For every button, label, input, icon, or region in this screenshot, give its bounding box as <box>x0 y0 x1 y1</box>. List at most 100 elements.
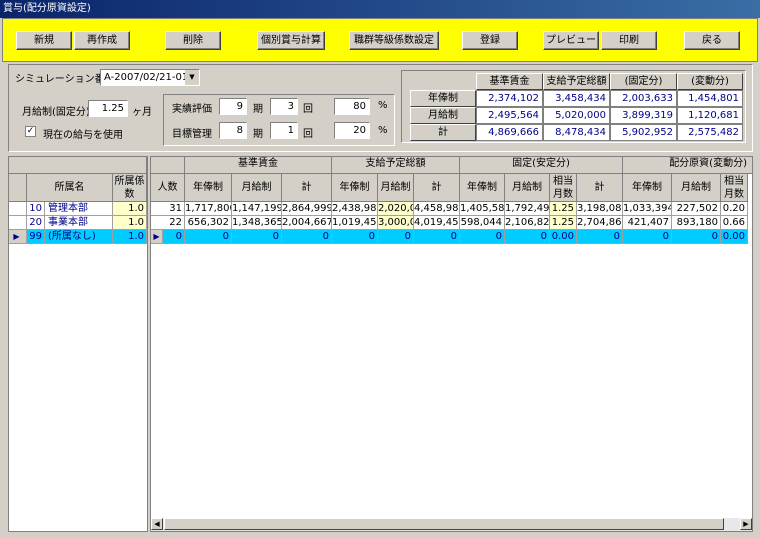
col-header: 年俸制 <box>185 174 232 202</box>
summary-row-label: 年俸制 <box>410 90 476 107</box>
cell[interactable]: 3,000,00 <box>378 216 414 230</box>
cell[interactable]: 0 <box>378 230 414 244</box>
grid-header-name: 所属名 <box>27 174 113 202</box>
group-header: 基準賃金 <box>185 157 332 174</box>
perf-period-unit: 期 <box>253 104 263 115</box>
dept-coef[interactable]: 1.0 <box>113 202 147 216</box>
monthly-months-input[interactable]: 1.25 <box>88 100 128 117</box>
use-current-checkbox[interactable]: ✓ <box>25 126 36 137</box>
col-header: 相当月数 <box>721 174 748 202</box>
scroll-right-icon[interactable]: ▶ <box>740 518 752 530</box>
goal-round-input[interactable]: 1 <box>270 122 298 139</box>
toolbar: 新規 再作成 削除 個別賞与計算 職群等級係数設定 登録 プレビュー 印刷 戻る <box>2 18 758 62</box>
cell: 421,407 <box>623 216 672 230</box>
delete-button[interactable]: 削除 <box>165 31 221 50</box>
back-button[interactable]: 戻る <box>684 31 740 50</box>
col-header: 月給制 <box>378 174 414 202</box>
dept-name: 事業本部 <box>45 216 113 230</box>
chevron-down-icon[interactable]: ▼ <box>185 70 199 85</box>
perf-round-unit: 回 <box>303 104 313 115</box>
print-button[interactable]: 印刷 <box>601 31 657 50</box>
goal-period-input[interactable]: 8 <box>219 122 247 139</box>
dept-code: 99 <box>27 230 45 244</box>
cell: 0 <box>332 230 378 244</box>
cell[interactable]: 2,020,00 <box>378 202 414 216</box>
cell: 227,502 <box>672 202 721 216</box>
cell: 4,458,983 <box>414 202 460 216</box>
dept-coef[interactable]: 1.0 <box>113 230 147 244</box>
cell: 1,019,451 <box>332 216 378 230</box>
dept-code: 20 <box>27 216 45 230</box>
perf-round-input[interactable]: 3 <box>270 98 298 115</box>
cell: 1,717,800 <box>185 202 232 216</box>
cell[interactable]: 0.00 <box>550 230 577 244</box>
sim-number-select[interactable]: A-2007/02/21-01 ▼ <box>100 69 200 86</box>
grid-header-blank <box>9 157 147 174</box>
window-title: 賞与(配分原資設定) <box>0 0 760 18</box>
use-current-label: 現在の給与を使用 <box>43 130 123 141</box>
group-header: 配分原資(変動分) <box>623 157 752 174</box>
cell: 1,792,498 <box>505 202 550 216</box>
cell: 0 <box>577 230 623 244</box>
summary-header: 基準賃金 <box>476 73 543 90</box>
cell: 893,180 <box>672 216 721 230</box>
preview-button[interactable]: プレビュー <box>543 31 599 50</box>
dept-name: (所属なし) <box>45 230 113 244</box>
group-header: 支給予定総額 <box>332 157 460 174</box>
current-row-icon: ▶ <box>9 230 27 244</box>
cell: 2,438,983 <box>332 202 378 216</box>
summary-cell: 3,899,319 <box>610 107 677 124</box>
cell: 0 <box>185 230 232 244</box>
col-header: 計 <box>577 174 623 202</box>
cell[interactable]: 1.25 <box>550 202 577 216</box>
perf-period-input[interactable]: 9 <box>219 98 247 115</box>
perf-label: 実績評価 <box>172 104 212 115</box>
cell[interactable]: 1.25 <box>550 216 577 230</box>
summary-cell: 8,478,434 <box>543 124 610 141</box>
perf-pct-input[interactable]: 80 <box>334 98 370 115</box>
goal-period-unit: 期 <box>253 129 263 140</box>
cell: 0 <box>282 230 332 244</box>
row-indicator <box>9 216 27 230</box>
cell: 0 <box>623 230 672 244</box>
new-button[interactable]: 新規 <box>16 31 72 50</box>
cell: 2,106,820 <box>505 216 550 230</box>
scroll-left-icon[interactable]: ◀ <box>151 518 163 530</box>
cell: 0 <box>163 230 185 244</box>
goal-pct-input[interactable]: 20 <box>334 122 370 139</box>
col-header: 年俸制 <box>623 174 672 202</box>
cell: 22 <box>151 216 185 230</box>
col-header: 月給制 <box>672 174 721 202</box>
row-indicator <box>9 202 27 216</box>
dept-name: 管理本部 <box>45 202 113 216</box>
cell: 1,033,394 <box>623 202 672 216</box>
summary-cell: 2,003,633 <box>610 90 677 107</box>
summary-header: 支給予定総額 <box>543 73 610 90</box>
recreate-button[interactable]: 再作成 <box>74 31 130 50</box>
department-grid[interactable]: 所属名 所属係数 10 管理本部 1.0 20 事業本部 1.0 ▶ 99 (所… <box>8 156 148 532</box>
cell: 0.00 <box>721 230 748 244</box>
individual-calc-button[interactable]: 個別賞与計算 <box>257 31 325 50</box>
horizontal-scrollbar[interactable]: ◀ ▶ <box>151 518 752 531</box>
dept-coef[interactable]: 1.0 <box>113 216 147 230</box>
cell: 0.20 <box>721 202 748 216</box>
grid-header-corner <box>9 174 27 202</box>
sim-number-value: A-2007/02/21-01 <box>104 72 189 83</box>
cell: 0 <box>672 230 721 244</box>
scroll-thumb[interactable] <box>164 518 724 530</box>
summary-header: (変動分) <box>677 73 743 90</box>
current-row-icon: ▶ <box>151 230 163 244</box>
summary-cell: 1,454,801 <box>677 90 743 107</box>
register-button[interactable]: 登録 <box>462 31 518 50</box>
cell: 598,044 <box>460 216 505 230</box>
summary-row-label: 月給制 <box>410 107 476 124</box>
allocation-grid[interactable]: 基準賃金 支給予定総額 固定(安定分) 配分原資(変動分) 人数 年俸制 月給制… <box>150 156 753 532</box>
dept-code: 10 <box>27 202 45 216</box>
cell: 1,147,199 <box>232 202 282 216</box>
summary-cell: 4,869,666 <box>476 124 543 141</box>
cell: 0 <box>232 230 282 244</box>
cell: 656,302 <box>185 216 232 230</box>
grade-coef-button[interactable]: 職群等級係数設定 <box>349 31 439 50</box>
col-header: 月給制 <box>232 174 282 202</box>
cell: 0 <box>414 230 460 244</box>
